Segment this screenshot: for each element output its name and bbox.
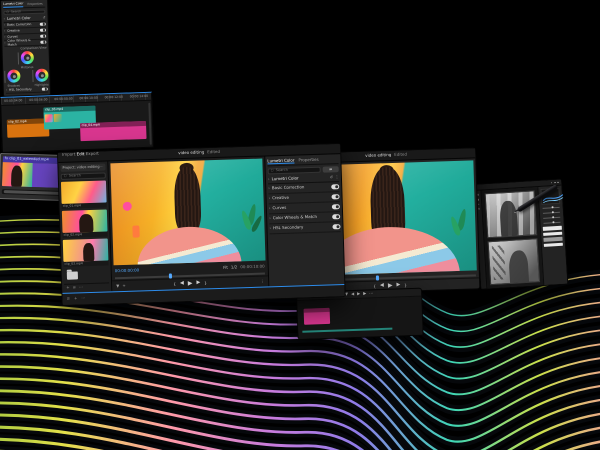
- tab-properties[interactable]: Properties: [298, 157, 318, 163]
- timeline-tracks: [297, 296, 423, 339]
- tool-icon[interactable]: [478, 208, 480, 210]
- more-icon[interactable]: ⋯: [79, 284, 83, 290]
- tool-icon[interactable]: [477, 203, 480, 206]
- clip-thumbnail: [62, 238, 109, 262]
- menu-icon[interactable]: ≡: [67, 296, 71, 301]
- window-title-state: Edited: [394, 151, 408, 158]
- adjustment-slider[interactable]: [542, 221, 561, 225]
- bin-folder[interactable]: [64, 267, 109, 282]
- clip-thumbnail: [60, 180, 107, 204]
- chevron-down-icon: ›: [267, 176, 270, 182]
- mark-out-icon[interactable]: }: [204, 280, 207, 285]
- tool-icon[interactable]: [477, 193, 480, 196]
- section-toggle[interactable]: [332, 214, 341, 220]
- chevron-icon: ›: [268, 185, 270, 191]
- settings-icon[interactable]: ⋮: [260, 278, 264, 284]
- bin-clip-3[interactable]: clip_03.mp4: [62, 238, 109, 267]
- tab-lumetri-color[interactable]: Lumetri Color: [267, 157, 295, 165]
- search-icon: ○: [63, 173, 67, 178]
- add-icon[interactable]: +: [74, 296, 78, 301]
- chevron-icon: ›: [268, 195, 271, 201]
- bin-clip-1[interactable]: clip_01.mp4: [60, 180, 107, 209]
- panel-menu-button[interactable]: ≡: [322, 166, 339, 173]
- play-icon[interactable]: ▶: [188, 280, 193, 288]
- play-icon[interactable]: ▶: [357, 291, 360, 296]
- folder-icon: [66, 271, 79, 280]
- window-title: video editing: [365, 152, 392, 159]
- timecode-current: 00:00:00:00: [114, 267, 140, 274]
- adjustment-slider[interactable]: [542, 216, 561, 220]
- window-title: video editing: [178, 149, 205, 156]
- bin-search-input[interactable]: ○ Search: [60, 172, 106, 180]
- bin-clip-2[interactable]: clip_02.mp4: [61, 209, 108, 238]
- window-title-state: Edited: [207, 149, 221, 155]
- preset-swatch[interactable]: [542, 225, 562, 231]
- menu-icon: ≡: [328, 166, 333, 172]
- section-toggle[interactable]: [331, 194, 340, 200]
- section-toggle[interactable]: [331, 204, 340, 210]
- kebab-icon[interactable]: ⋮: [335, 174, 339, 180]
- more-icon[interactable]: ⋯: [100, 164, 104, 169]
- more-icon[interactable]: ⋯: [369, 291, 373, 297]
- step-back-icon[interactable]: ◀: [180, 280, 184, 287]
- chevron-icon: ›: [268, 205, 271, 211]
- main-editor-window: Import Edit Export video editing Edited …: [57, 143, 346, 306]
- window-control-icon[interactable]: [557, 181, 560, 184]
- project-tab[interactable]: Project: video editing ⋯: [60, 163, 106, 172]
- chevron-icon: ›: [269, 225, 272, 231]
- section-hsl-secondary[interactable]: › HSL Secondary: [269, 222, 341, 235]
- audio-track[interactable]: [302, 327, 393, 333]
- clip-thumbnail: [61, 209, 108, 233]
- mark-in-icon[interactable]: {: [173, 281, 176, 286]
- mark-in-icon[interactable]: {: [373, 283, 376, 288]
- preset-swatch[interactable]: [543, 231, 563, 236]
- marker-icon[interactable]: ▼: [116, 283, 119, 288]
- list-view-icon[interactable]: ≡: [73, 284, 77, 289]
- step-forward-icon[interactable]: ▶: [363, 291, 366, 296]
- bw-photo-2[interactable]: [487, 237, 541, 286]
- more-icon[interactable]: ⋯: [81, 295, 85, 301]
- program-monitor: 00:00:00:00 Fit 1/2 00:00:10:00 ▼ + { ◀ …: [108, 156, 269, 292]
- bw-photo-1[interactable]: [484, 190, 538, 238]
- preset-swatch[interactable]: [543, 242, 563, 247]
- window-control-icon[interactable]: [553, 181, 556, 184]
- add-icon[interactable]: +: [66, 284, 70, 289]
- step-back-icon[interactable]: ◀: [351, 291, 354, 296]
- panel-search-input[interactable]: ○ Search: [267, 166, 321, 175]
- photo-adjustments-sidebar: [537, 185, 568, 285]
- adjustment-slider[interactable]: [542, 206, 561, 210]
- step-forward-icon[interactable]: ▶: [196, 280, 200, 287]
- preview-image: [110, 158, 266, 266]
- photo-editor-window: [474, 178, 569, 290]
- chevron-icon: ›: [269, 215, 271, 221]
- fit-dropdown[interactable]: Fit: [223, 264, 228, 270]
- section-toggle[interactable]: [331, 184, 340, 190]
- add-icon[interactable]: +: [122, 283, 126, 288]
- window-control-icon[interactable]: [550, 181, 553, 184]
- adjustment-slider[interactable]: [542, 211, 561, 215]
- tool-icon[interactable]: [477, 198, 480, 201]
- timecode-duration: 00:00:10:00: [240, 263, 265, 270]
- reset-icon[interactable]: ↺: [329, 175, 333, 180]
- preset-swatch[interactable]: [543, 236, 563, 242]
- project-bin: Project: video editing ⋯ ○ Search clip_0…: [58, 161, 113, 293]
- lumetri-panel: Lumetri Color Properties ○ Search ≡ › Lu…: [264, 154, 345, 287]
- bin-toolbar: + ≡ ⋯: [64, 282, 110, 291]
- section-toggle[interactable]: [332, 224, 341, 230]
- timeline-clip[interactable]: [303, 307, 331, 325]
- search-icon: ○: [270, 168, 274, 173]
- scale-dropdown[interactable]: 1/2: [231, 264, 238, 270]
